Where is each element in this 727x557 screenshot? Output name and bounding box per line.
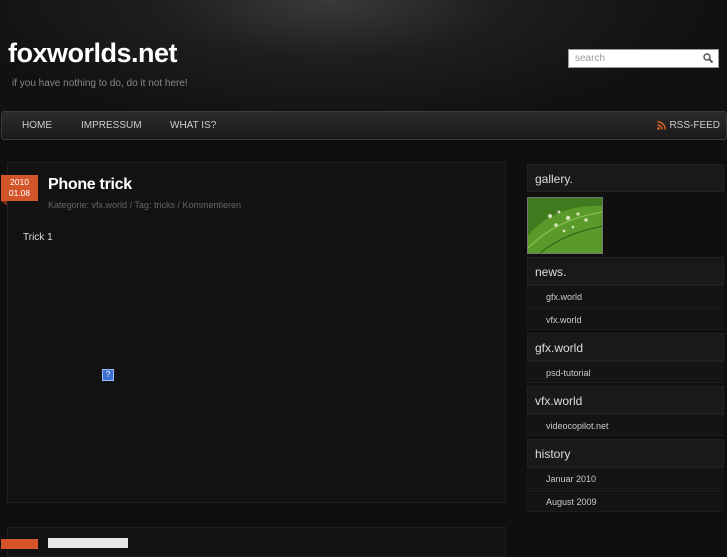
rss-feed-label: RSS-FEED <box>669 120 720 131</box>
post-category-link[interactable]: vfx.world <box>92 200 128 210</box>
post-comments-link[interactable]: Kommentieren <box>182 200 241 210</box>
nav-item-impressum[interactable]: IMPRESSUM <box>81 112 142 139</box>
leaf-image <box>528 198 602 253</box>
post-card <box>7 162 506 503</box>
nav-item-home[interactable]: HOME <box>22 112 52 139</box>
sidebar-link-gfx-world[interactable]: gfx.world <box>527 285 724 307</box>
sidebar-heading-history: history <box>527 439 724 467</box>
sidebar-link-vfx-world[interactable]: vfx.world <box>527 308 724 330</box>
post-title[interactable]: Phone trick <box>48 176 132 194</box>
site-title[interactable]: foxworlds.net <box>8 38 178 69</box>
post-date-badge <box>1 539 38 549</box>
sidebar-heading-gallery: gallery. <box>527 164 724 192</box>
sidebar-link-psd-tutorial[interactable]: psd-tutorial <box>527 361 724 383</box>
sidebar-heading-vfx-world: vfx.world <box>527 386 724 414</box>
site-tagline: if you have nothing to do, do it not her… <box>12 78 188 89</box>
rss-feed-link[interactable]: RSS-FEED <box>657 112 720 139</box>
post-date-day: 01.08 <box>8 188 31 198</box>
post-body: Trick 1 <box>23 232 53 243</box>
date-badge-fold <box>1 201 7 206</box>
sidebar-heading-gfx-world: gfx.world <box>527 333 724 361</box>
nav-item-what-is[interactable]: WHAT IS? <box>170 112 216 139</box>
search-box <box>568 49 719 68</box>
sidebar-heading-news: news. <box>527 257 724 285</box>
gallery-thumbnail[interactable] <box>527 197 603 254</box>
main-nav: HOME IMPRESSUM WHAT IS? RSS-FEED <box>1 111 727 140</box>
sidebar-link-august-2009[interactable]: August 2009 <box>527 490 724 512</box>
post-tag-link[interactable]: tricks <box>154 200 175 210</box>
sidebar-link-videocopilot[interactable]: videocopilot.net <box>527 414 724 436</box>
post-meta-tag-label: Tag: <box>134 200 152 210</box>
rss-icon <box>657 121 667 130</box>
search-icon[interactable] <box>702 52 715 65</box>
sidebar-link-januar-2010[interactable]: Januar 2010 <box>527 467 724 489</box>
search-input[interactable] <box>569 50 703 67</box>
post-date-badge: 2010 01.08 <box>1 175 38 201</box>
broken-image-icon: ? <box>102 369 114 381</box>
post-meta-category-label: Kategorie: <box>48 200 90 210</box>
post-meta: Kategorie: vfx.world / Tag: tricks / Kom… <box>48 200 241 210</box>
post-date-year: 2010 <box>10 177 29 187</box>
post-title[interactable] <box>48 538 128 548</box>
